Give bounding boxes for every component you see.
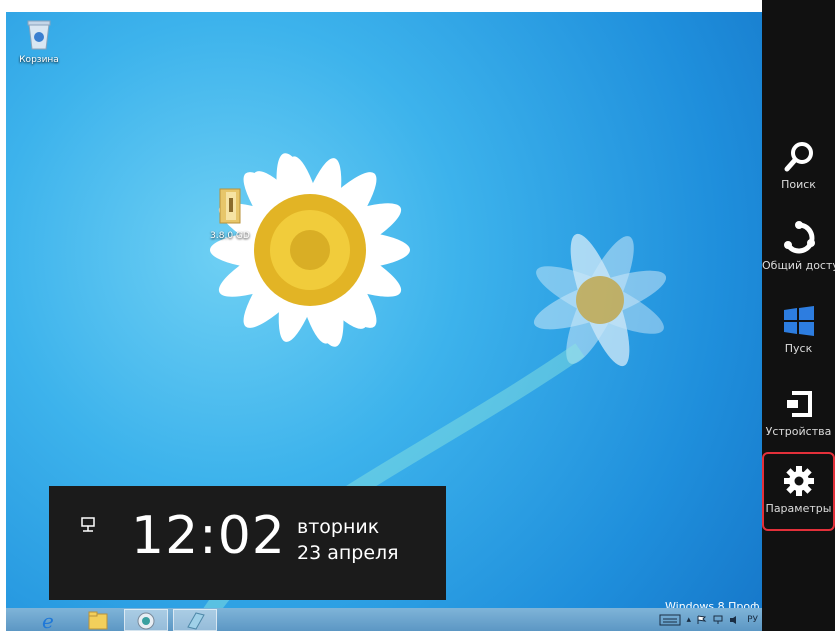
- recycle-bin-icon: [27, 20, 51, 50]
- devices-icon: [786, 391, 812, 417]
- clock-day: вторник: [297, 516, 380, 538]
- charm-settings[interactable]: Параметры: [762, 452, 835, 531]
- folder-label: 3.8.0 GD: [210, 231, 250, 241]
- charm-share[interactable]: Общий досту: [762, 221, 835, 272]
- charm-start[interactable]: Пуск: [762, 304, 835, 355]
- settings-gear-icon: [783, 466, 814, 496]
- charms-bar: Поиск Общий досту Пуск Устройства Параме…: [762, 0, 835, 631]
- charm-search[interactable]: Поиск: [762, 140, 835, 191]
- flag-icon[interactable]: [697, 615, 707, 625]
- charm-share-label: Общий досту: [762, 259, 835, 272]
- app-icon: [187, 612, 205, 630]
- language-indicator[interactable]: РУ: [747, 615, 758, 625]
- charm-search-label: Поиск: [781, 178, 816, 191]
- taskbar-media-button[interactable]: [124, 609, 168, 631]
- share-icon: [783, 221, 815, 254]
- tray-overflow-icon[interactable]: ▴: [687, 615, 692, 625]
- clock-time: 12:02: [131, 506, 286, 566]
- taskbar: e ▴ РУ: [0, 608, 762, 631]
- clock-date: 23 апреля: [297, 542, 399, 564]
- charm-settings-label: Параметры: [765, 502, 832, 515]
- tray-network-icon[interactable]: [713, 615, 723, 625]
- desktop[interactable]: Корзина 3.8.0 GD 12:02 вторник 23 апреля…: [0, 0, 762, 631]
- volume-icon[interactable]: [729, 615, 741, 625]
- screen-frame-left: [0, 0, 6, 631]
- folder-icon: [219, 188, 241, 224]
- windows-start-icon: [783, 306, 814, 336]
- system-tray: ▴ РУ: [659, 608, 762, 631]
- media-player-icon: [137, 612, 155, 630]
- internet-explorer-icon: e: [42, 609, 54, 631]
- search-icon: [784, 142, 813, 172]
- taskbar-ie-button[interactable]: e: [26, 609, 70, 631]
- recycle-bin-desktop-icon[interactable]: Корзина: [14, 18, 64, 65]
- charm-devices[interactable]: Устройства: [762, 387, 835, 438]
- lock-clock-panel: 12:02 вторник 23 апреля: [49, 486, 446, 600]
- taskbar-explorer-button[interactable]: [76, 609, 120, 631]
- network-icon: [81, 517, 95, 532]
- folder-desktop-icon[interactable]: 3.8.0 GD: [205, 186, 255, 241]
- charm-start-label: Пуск: [784, 342, 813, 355]
- file-explorer-icon: [88, 611, 108, 630]
- screen-frame-top: [0, 0, 835, 12]
- recycle-bin-label: Корзина: [19, 55, 59, 65]
- taskbar-app-button[interactable]: [173, 609, 217, 631]
- wallpaper-daisy-main: [210, 153, 410, 347]
- charm-devices-label: Устройства: [765, 425, 832, 438]
- keyboard-icon[interactable]: [659, 614, 681, 626]
- svg-text:e: e: [42, 609, 54, 631]
